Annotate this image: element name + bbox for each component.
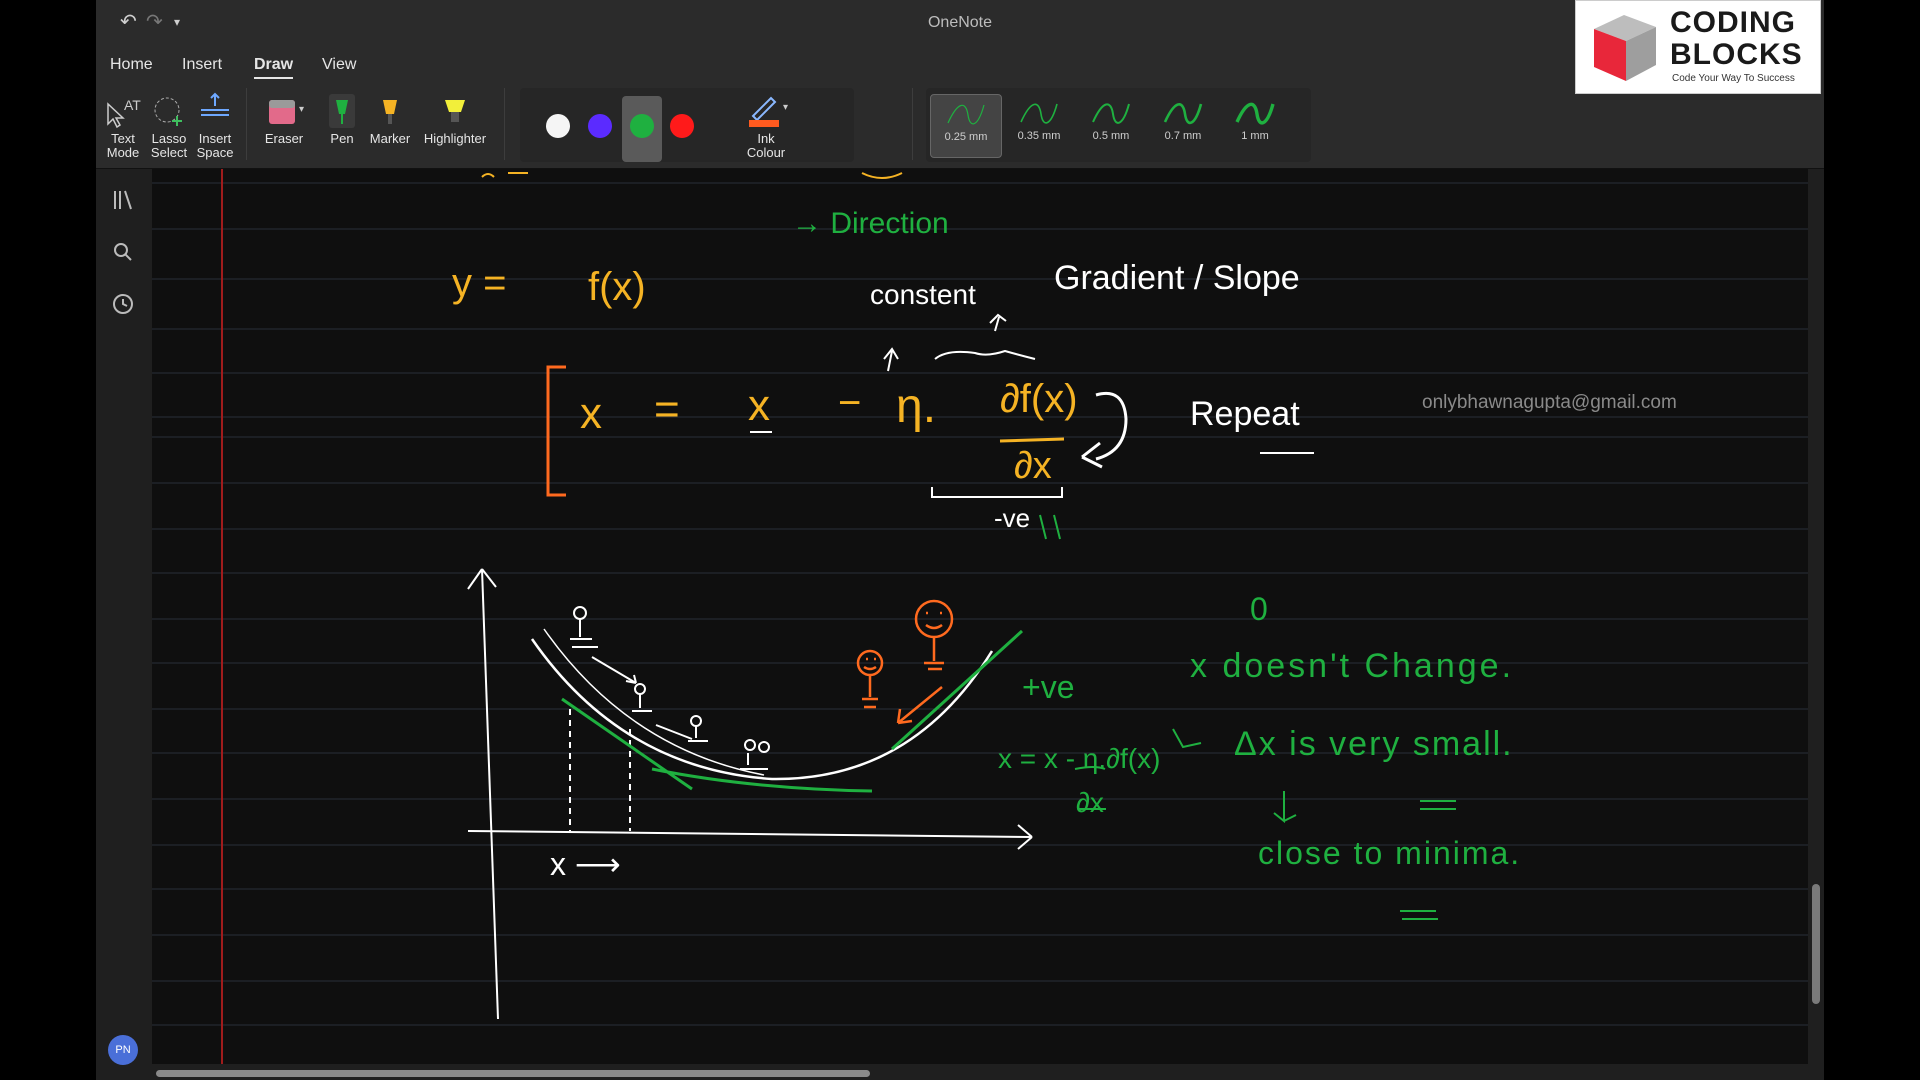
- lasso-select-label: Lasso Select: [150, 131, 188, 160]
- thickness-label: 0.7 mm: [1164, 130, 1202, 142]
- highlighter-icon: [420, 90, 490, 132]
- pen-icon: [322, 90, 362, 132]
- color-red[interactable]: [670, 114, 694, 138]
- horizontal-scrollbar[interactable]: [156, 1068, 1816, 1078]
- ribbon-divider: [246, 88, 247, 160]
- stroke-preview-icon: [1235, 102, 1275, 125]
- svg-text:AT: AT: [124, 97, 141, 113]
- svg-text:▾: ▾: [299, 104, 304, 115]
- coding-blocks-logo: CODING BLOCKS Code Your Way To Success: [1575, 0, 1821, 94]
- ribbon-divider: [912, 88, 913, 160]
- marker-label: Marker: [369, 131, 411, 146]
- y-equals-note: y =: [452, 261, 507, 305]
- eq-minus: −: [838, 381, 862, 425]
- insert-space-label: Insert Space: [196, 131, 234, 160]
- logo-line-2: BLOCKS: [1670, 38, 1803, 71]
- eq-x2: x: [748, 381, 770, 430]
- menu-home[interactable]: Home: [110, 56, 153, 74]
- thickness-0-7[interactable]: 0.7 mm: [1148, 94, 1218, 156]
- constant-note: constent: [870, 279, 976, 310]
- color-purple[interactable]: [588, 114, 612, 138]
- ink-colour-label: Ink Colour: [746, 131, 786, 160]
- highlighter-button[interactable]: Highlighter: [420, 90, 490, 146]
- text-mode-label: Text Mode: [106, 131, 140, 160]
- partial-fx-note: ∂f(x): [1000, 377, 1078, 421]
- notebooks-icon[interactable]: [110, 187, 136, 213]
- draw-ribbon: AT Text Mode Lasso Select Insert Space ▾…: [96, 82, 1824, 169]
- delta-small-note: Δx is very small.: [1234, 725, 1514, 763]
- title-bar: ↶ ↷ ▾ OneNote: [96, 0, 1824, 46]
- insert-space-icon: [194, 90, 236, 132]
- marker-button[interactable]: Marker: [368, 90, 412, 146]
- eta-note: η.: [896, 380, 937, 433]
- ink-colour-button[interactable]: ▾ Ink Colour: [736, 90, 796, 160]
- thickness-0-5[interactable]: 0.5 mm: [1076, 94, 1146, 156]
- ink-colour-icon: ▾: [736, 90, 796, 132]
- lasso-select-button[interactable]: Lasso Select: [148, 90, 190, 160]
- negative-ve-note: -ve: [994, 503, 1031, 533]
- avatar[interactable]: PN: [108, 1035, 138, 1065]
- thickness-0-25[interactable]: 0.25 mm: [930, 94, 1002, 158]
- logo-line-1: CODING: [1670, 6, 1796, 39]
- thickness-label: 0.35 mm: [1017, 130, 1061, 142]
- cube-logo-icon: [1594, 15, 1656, 81]
- left-nav: PN: [96, 169, 150, 1080]
- gradient-note: Gradient / Slope: [1054, 259, 1300, 297]
- positive-ve-note: +ve: [1022, 669, 1075, 705]
- eq-x: x: [580, 389, 602, 438]
- note-canvas[interactable]: → Direction y = f(x) constent Gradient /…: [152, 169, 1808, 1064]
- repeat-note: Repeat: [1190, 395, 1300, 433]
- email-watermark: onlybhawnagupta@gmail.com: [1422, 392, 1677, 413]
- svg-text:▾: ▾: [783, 102, 788, 113]
- partial-x-note: ∂x: [1014, 445, 1052, 487]
- onenote-window: ↶ ↷ ▾ OneNote Home Insert Draw View AT T…: [96, 0, 1824, 1080]
- horizontal-scroll-thumb[interactable]: [156, 1070, 870, 1077]
- green-denominator: ∂x: [1076, 787, 1104, 818]
- window-title: OneNote: [927, 14, 993, 31]
- eq-equals: =: [654, 385, 680, 434]
- menu-draw[interactable]: Draw: [254, 56, 294, 79]
- zero-note: 0: [1250, 591, 1268, 627]
- color-white[interactable]: [546, 114, 570, 138]
- stroke-preview-icon: [1020, 103, 1058, 124]
- text-mode-button[interactable]: AT Text Mode: [104, 90, 142, 160]
- thickness-0-35[interactable]: 0.35 mm: [1004, 94, 1074, 156]
- search-icon[interactable]: [110, 239, 136, 265]
- vertical-scroll-thumb[interactable]: [1812, 884, 1820, 1004]
- fx-note: f(x): [588, 265, 646, 309]
- eraser-button[interactable]: ▾ Eraser: [256, 90, 312, 146]
- menu-insert[interactable]: Insert: [182, 56, 222, 74]
- color-green[interactable]: [630, 114, 654, 138]
- lasso-icon: [148, 90, 190, 132]
- text-mode-icon: AT: [104, 90, 142, 132]
- stroke-preview-icon: [1092, 103, 1130, 124]
- marker-icon: [368, 90, 412, 132]
- direction-note: → Direction: [792, 207, 949, 240]
- thickness-label: 1 mm: [1241, 130, 1269, 142]
- highlighter-label: Highlighter: [423, 131, 487, 146]
- recent-clock-icon[interactable]: [110, 291, 136, 317]
- thickness-label: 0.25 mm: [944, 131, 988, 143]
- ribbon-divider: [504, 88, 505, 160]
- stroke-preview-icon: [947, 104, 985, 125]
- logo-tagline: Code Your Way To Success: [1672, 73, 1795, 84]
- color-palette: ▾ Ink Colour: [520, 88, 854, 162]
- menu-view[interactable]: View: [322, 56, 356, 74]
- thickness-1[interactable]: 1 mm: [1220, 94, 1290, 156]
- logo-wordmark: CODING BLOCKS: [1670, 7, 1803, 71]
- x-no-change-note: x doesn't Change.: [1190, 647, 1515, 685]
- stroke-preview-icon: [1163, 103, 1203, 125]
- thickness-label: 0.5 mm: [1092, 130, 1130, 142]
- eraser-icon: ▾: [256, 90, 312, 132]
- green-update-equation: x = x - η.∂f(x): [998, 743, 1161, 774]
- pen-label: Pen: [330, 131, 354, 146]
- close-to-minima-note: close to minima.: [1258, 835, 1522, 871]
- ink-drawing: [152, 169, 1808, 1064]
- insert-space-button[interactable]: Insert Space: [194, 90, 236, 160]
- menu-bar: Home Insert Draw View: [96, 46, 1824, 82]
- eraser-label: Eraser: [264, 131, 304, 146]
- thickness-panel: 0.25 mm 0.35 mm 0.5 mm 0.7 mm 1 mm: [926, 88, 1311, 162]
- x-axis-label: x ⟶: [550, 846, 621, 882]
- pen-button[interactable]: Pen: [322, 90, 362, 146]
